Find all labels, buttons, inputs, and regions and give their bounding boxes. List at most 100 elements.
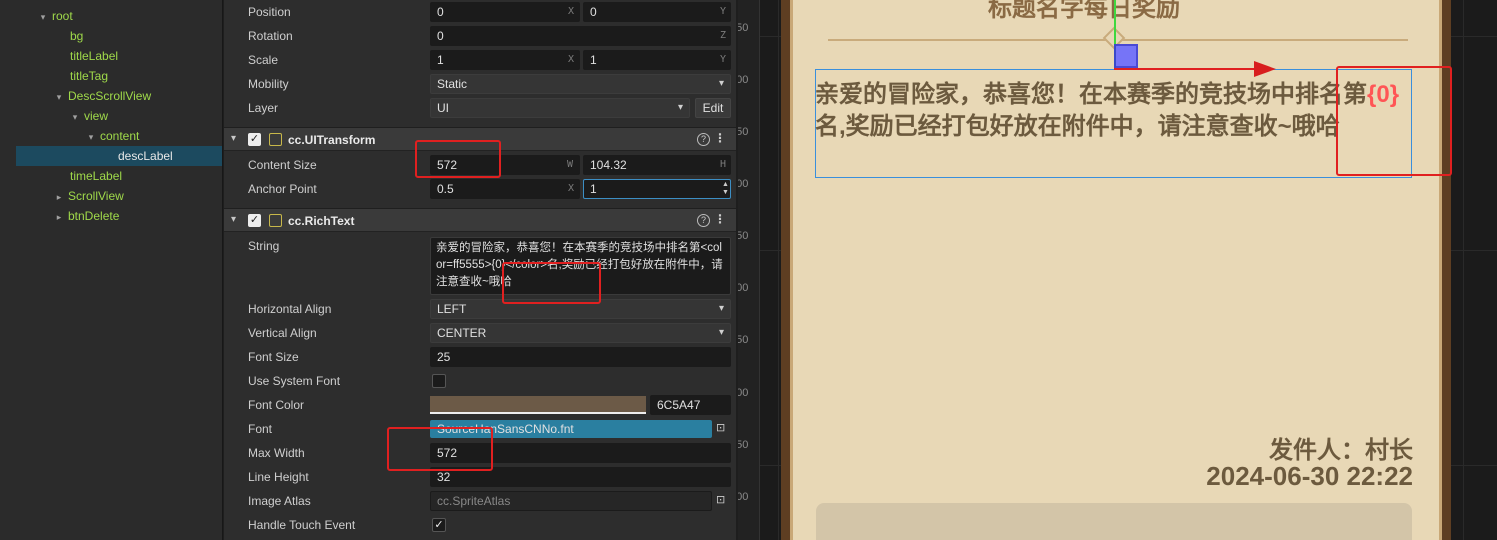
desc-text-part1: 亲爱的冒险家，恭喜您！在本赛季的竞技场中排名第 — [815, 81, 1367, 108]
ruler-tick-label: 600 — [738, 387, 749, 399]
line-height-label: Line Height — [248, 470, 309, 484]
axis-x-label: X — [568, 54, 575, 65]
font-label: Font — [248, 422, 273, 436]
mobility-select[interactable]: Static ▾ — [430, 74, 731, 94]
layer-value: UI — [437, 101, 449, 115]
tree-item-root[interactable]: ▾ root — [16, 6, 222, 26]
vertical-align-label: Vertical Align — [248, 326, 317, 340]
tree-item-desclabel[interactable]: descLabel — [16, 146, 222, 166]
ruler-tick-label: 950 — [738, 22, 749, 34]
chevron-right-icon[interactable]: ▸ — [54, 207, 64, 227]
position-label: Position — [248, 5, 291, 19]
layer-label: Layer — [248, 101, 279, 115]
layer-edit-button[interactable]: Edit — [695, 98, 731, 118]
gizmo-x-arrow-icon[interactable] — [1254, 61, 1276, 77]
gizmo-x-axis[interactable] — [1114, 68, 1254, 70]
ruler-tick-label: 800 — [738, 178, 749, 190]
help-icon[interactable]: ? — [697, 214, 710, 227]
tree-item-label: content — [100, 129, 140, 143]
scene-view[interactable]: 950 900 850 800 750 700 650 600 550 500 … — [738, 0, 1497, 540]
font-color-hex-input[interactable]: 6C5A47 — [650, 395, 731, 415]
tree-item-label: root — [52, 9, 73, 23]
font-size-label: Font Size — [248, 350, 299, 364]
help-icon[interactable]: ? — [697, 133, 710, 146]
position-x-input[interactable]: 0 — [430, 2, 580, 22]
more-options-icon[interactable]: ⋮ — [714, 131, 726, 145]
chevron-down-icon[interactable]: ▾ — [54, 87, 64, 107]
chevron-down-icon: ▾ — [718, 327, 724, 338]
chevron-down-icon[interactable]: ▾ — [86, 127, 96, 147]
annotation-box — [1336, 66, 1452, 176]
chevron-down-icon: ▾ — [677, 102, 683, 113]
mobility-label: Mobility — [248, 77, 289, 91]
anchor-point-label: Anchor Point — [248, 182, 317, 196]
ruler-tick-label: 750 — [738, 230, 749, 242]
tree-item-btndelete[interactable]: ▸ btnDelete — [16, 206, 222, 226]
horizontal-align-value: LEFT — [437, 302, 467, 316]
sender-label: 发件人：村长 — [1269, 437, 1413, 464]
chevron-right-icon[interactable]: ▸ — [54, 187, 64, 207]
tree-item-bg[interactable]: bg — [16, 26, 222, 46]
handle-touch-label: Handle Touch Event — [248, 518, 356, 532]
tree-item-content[interactable]: ▾ content — [16, 126, 222, 146]
uitransform-title: cc.UITransform — [288, 133, 376, 147]
horizontal-align-label: Horizontal Align — [248, 302, 332, 316]
image-atlas-label: Image Atlas — [248, 494, 311, 508]
tree-item-timelabel[interactable]: timeLabel — [16, 166, 222, 186]
lock-icon[interactable]: ⊡ — [716, 493, 725, 506]
richtext-section-header[interactable]: ▾ ✓ cc.RichText ? ⋮ — [224, 208, 736, 232]
position-y-input[interactable]: 0 — [583, 2, 731, 22]
mobility-value: Static — [437, 77, 468, 91]
tree-item-label: titleTag — [70, 69, 109, 83]
tree-item-label: descLabel — [118, 149, 173, 163]
rotation-input[interactable]: 0 — [430, 26, 731, 46]
tree-item-label: bg — [70, 29, 84, 43]
content-size-label: Content Size — [248, 158, 317, 172]
max-width-label: Max Width — [248, 446, 305, 460]
tree-item-scrollview[interactable]: ▸ ScrollView — [16, 186, 222, 206]
axis-w-label: W — [567, 159, 574, 170]
stepper-icon[interactable]: ▲ ▼ — [722, 181, 729, 197]
image-atlas-field[interactable]: cc.SpriteAtlas — [430, 491, 712, 511]
font-size-input[interactable]: 25 — [430, 347, 731, 367]
scale-label: Scale — [248, 53, 279, 67]
mail-title-label: 标题名字每日奖励 — [988, 0, 1180, 22]
tree-item-descscrollview[interactable]: ▾ DescScrollView — [16, 86, 222, 106]
chevron-down-icon[interactable]: ▾ — [231, 133, 236, 144]
tree-item-titlelabel[interactable]: titleLabel — [16, 46, 222, 66]
ruler-tick-label: 900 — [738, 74, 749, 86]
handle-touch-checkbox[interactable]: ✓ — [432, 518, 446, 532]
transform-component-icon — [269, 133, 282, 146]
ruler-tick-label: 650 — [738, 334, 749, 346]
font-color-label: Font Color — [248, 398, 305, 412]
vertical-ruler: 950 900 850 800 750 700 650 600 550 500 — [738, 0, 760, 540]
font-color-swatch[interactable] — [430, 396, 646, 414]
rotation-label: Rotation — [248, 29, 293, 43]
attachment-area — [816, 503, 1412, 540]
axis-y-label: Y — [720, 6, 727, 17]
tree-item-label: ScrollView — [68, 189, 124, 203]
axis-h-label: H — [720, 159, 727, 170]
layer-select[interactable]: UI ▾ — [430, 98, 690, 118]
vertical-align-select[interactable]: CENTER ▾ — [430, 323, 731, 343]
content-height-input[interactable]: 104.32 — [583, 155, 731, 175]
lock-icon[interactable]: ⊡ — [716, 421, 725, 434]
anchor-y-input[interactable]: 1 — [583, 179, 731, 199]
scale-y-input[interactable]: 1 — [583, 50, 731, 70]
richtext-component-icon — [269, 214, 282, 227]
tree-item-view[interactable]: ▾ view — [16, 106, 222, 126]
component-enabled-checkbox[interactable]: ✓ — [248, 133, 261, 146]
scale-x-input[interactable]: 1 — [430, 50, 580, 70]
anchor-x-input[interactable]: 0.5 — [430, 179, 580, 199]
use-system-font-checkbox[interactable] — [432, 374, 446, 388]
chevron-down-icon[interactable]: ▾ — [70, 107, 80, 127]
chevron-down-icon: ▾ — [718, 78, 724, 89]
annotation-box — [387, 427, 493, 471]
chevron-down-icon[interactable]: ▾ — [231, 214, 236, 225]
gizmo-center-handle[interactable] — [1114, 44, 1138, 68]
more-options-icon[interactable]: ⋮ — [714, 212, 726, 226]
component-enabled-checkbox[interactable]: ✓ — [248, 214, 261, 227]
chevron-down-icon[interactable]: ▾ — [38, 7, 48, 27]
ruler-tick-label: 700 — [738, 282, 749, 294]
tree-item-titletag[interactable]: titleTag — [16, 66, 222, 86]
